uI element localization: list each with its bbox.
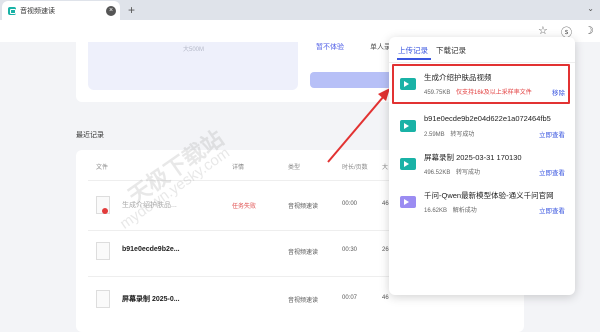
tab-upload-records[interactable]: 上传记录	[398, 45, 428, 56]
trial-button[interactable]: 暂不体验	[316, 42, 344, 52]
column-header-detail: 详情	[232, 165, 245, 171]
video-icon	[400, 120, 416, 132]
item-status: 转写成功	[456, 170, 481, 176]
column-header-size: 大	[382, 165, 389, 171]
item-meta: 16.62KB 解析成功	[424, 205, 477, 214]
item-size: 2.59MB	[424, 132, 445, 138]
item-name: 千问-Qwen最新模型体验-通义千问官网	[424, 191, 554, 200]
row-type: 音视频速读	[288, 250, 319, 256]
upload-dropzone[interactable]: 大500M	[88, 42, 298, 90]
list-item[interactable]: 千问-Qwen最新模型体验-通义千问官网 16.62KB 解析成功 立即查看	[393, 185, 571, 223]
item-name: 屏幕录制 2025-03-31 170130	[424, 153, 522, 162]
item-size: 496.52KB	[424, 170, 451, 176]
view-now-button[interactable]: 立即查看	[539, 205, 565, 215]
size-hint: 大500M	[183, 47, 205, 53]
video-icon	[400, 158, 416, 170]
browser-tab[interactable]: 音视频速读 ×	[2, 1, 120, 20]
tab-download-records[interactable]: 下载记录	[436, 45, 466, 56]
file-thumbnail	[96, 290, 110, 308]
column-header-file: 文件	[96, 165, 109, 171]
new-tab-icon[interactable]: +	[128, 3, 135, 17]
upload-button[interactable]	[310, 72, 400, 88]
error-icon	[102, 208, 108, 214]
active-tab-indicator	[397, 58, 431, 60]
tab-title: 音视频速读	[20, 7, 55, 15]
row-duration: 00:30	[342, 247, 358, 253]
item-status: 转写成功	[450, 132, 475, 138]
close-tab-icon[interactable]: ×	[106, 5, 116, 16]
item-size: 16.62KB	[424, 208, 448, 214]
item-name: b91e0ecde9b2e04d622e1a072464fb5	[424, 114, 551, 123]
doc-icon	[400, 196, 416, 208]
row-size: 46	[382, 201, 389, 207]
star-icon[interactable]: ☆	[538, 24, 548, 37]
app-favicon-icon	[8, 6, 16, 15]
moon-icon[interactable]: ☽	[584, 24, 594, 37]
row-type: 音视频速读	[288, 298, 319, 304]
row-name: b91e0ecde9b2e...	[122, 246, 180, 253]
item-meta: 496.52KB 转写成功	[424, 167, 480, 176]
item-meta: 2.59MB 转写成功	[424, 129, 474, 138]
highlight-box	[392, 64, 570, 104]
view-now-button[interactable]: 立即查看	[539, 167, 565, 177]
row-size: 26	[382, 247, 389, 253]
chevron-down-icon[interactable]: ⌄	[587, 4, 594, 13]
row-duration: 00:07	[342, 295, 358, 301]
row-type: 音视频速读	[288, 204, 319, 210]
row-duration: 00:00	[342, 201, 358, 207]
list-item[interactable]: b91e0ecde9b2e04d622e1a072464fb5 2.59MB 转…	[393, 109, 571, 147]
column-header-type: 类型	[288, 165, 301, 171]
recent-title: 最近记录	[76, 132, 104, 139]
file-thumbnail	[96, 242, 110, 260]
browser-tabbar: 音视频速读 × + ⌄	[0, 0, 600, 20]
column-header-duration: 时长/页数	[342, 165, 368, 171]
list-item[interactable]: 屏幕录制 2025-03-31 170130 496.52KB 转写成功 立即查…	[393, 147, 571, 185]
row-size: 46	[382, 295, 389, 301]
popup-divider	[389, 62, 575, 63]
item-status: 解析成功	[452, 208, 477, 214]
view-now-button[interactable]: 立即查看	[539, 129, 565, 139]
row-name: 屏幕录制 2025-0...	[122, 296, 180, 303]
row-status: 任务失败	[232, 204, 257, 210]
single-file-label: 单人录	[370, 44, 391, 51]
